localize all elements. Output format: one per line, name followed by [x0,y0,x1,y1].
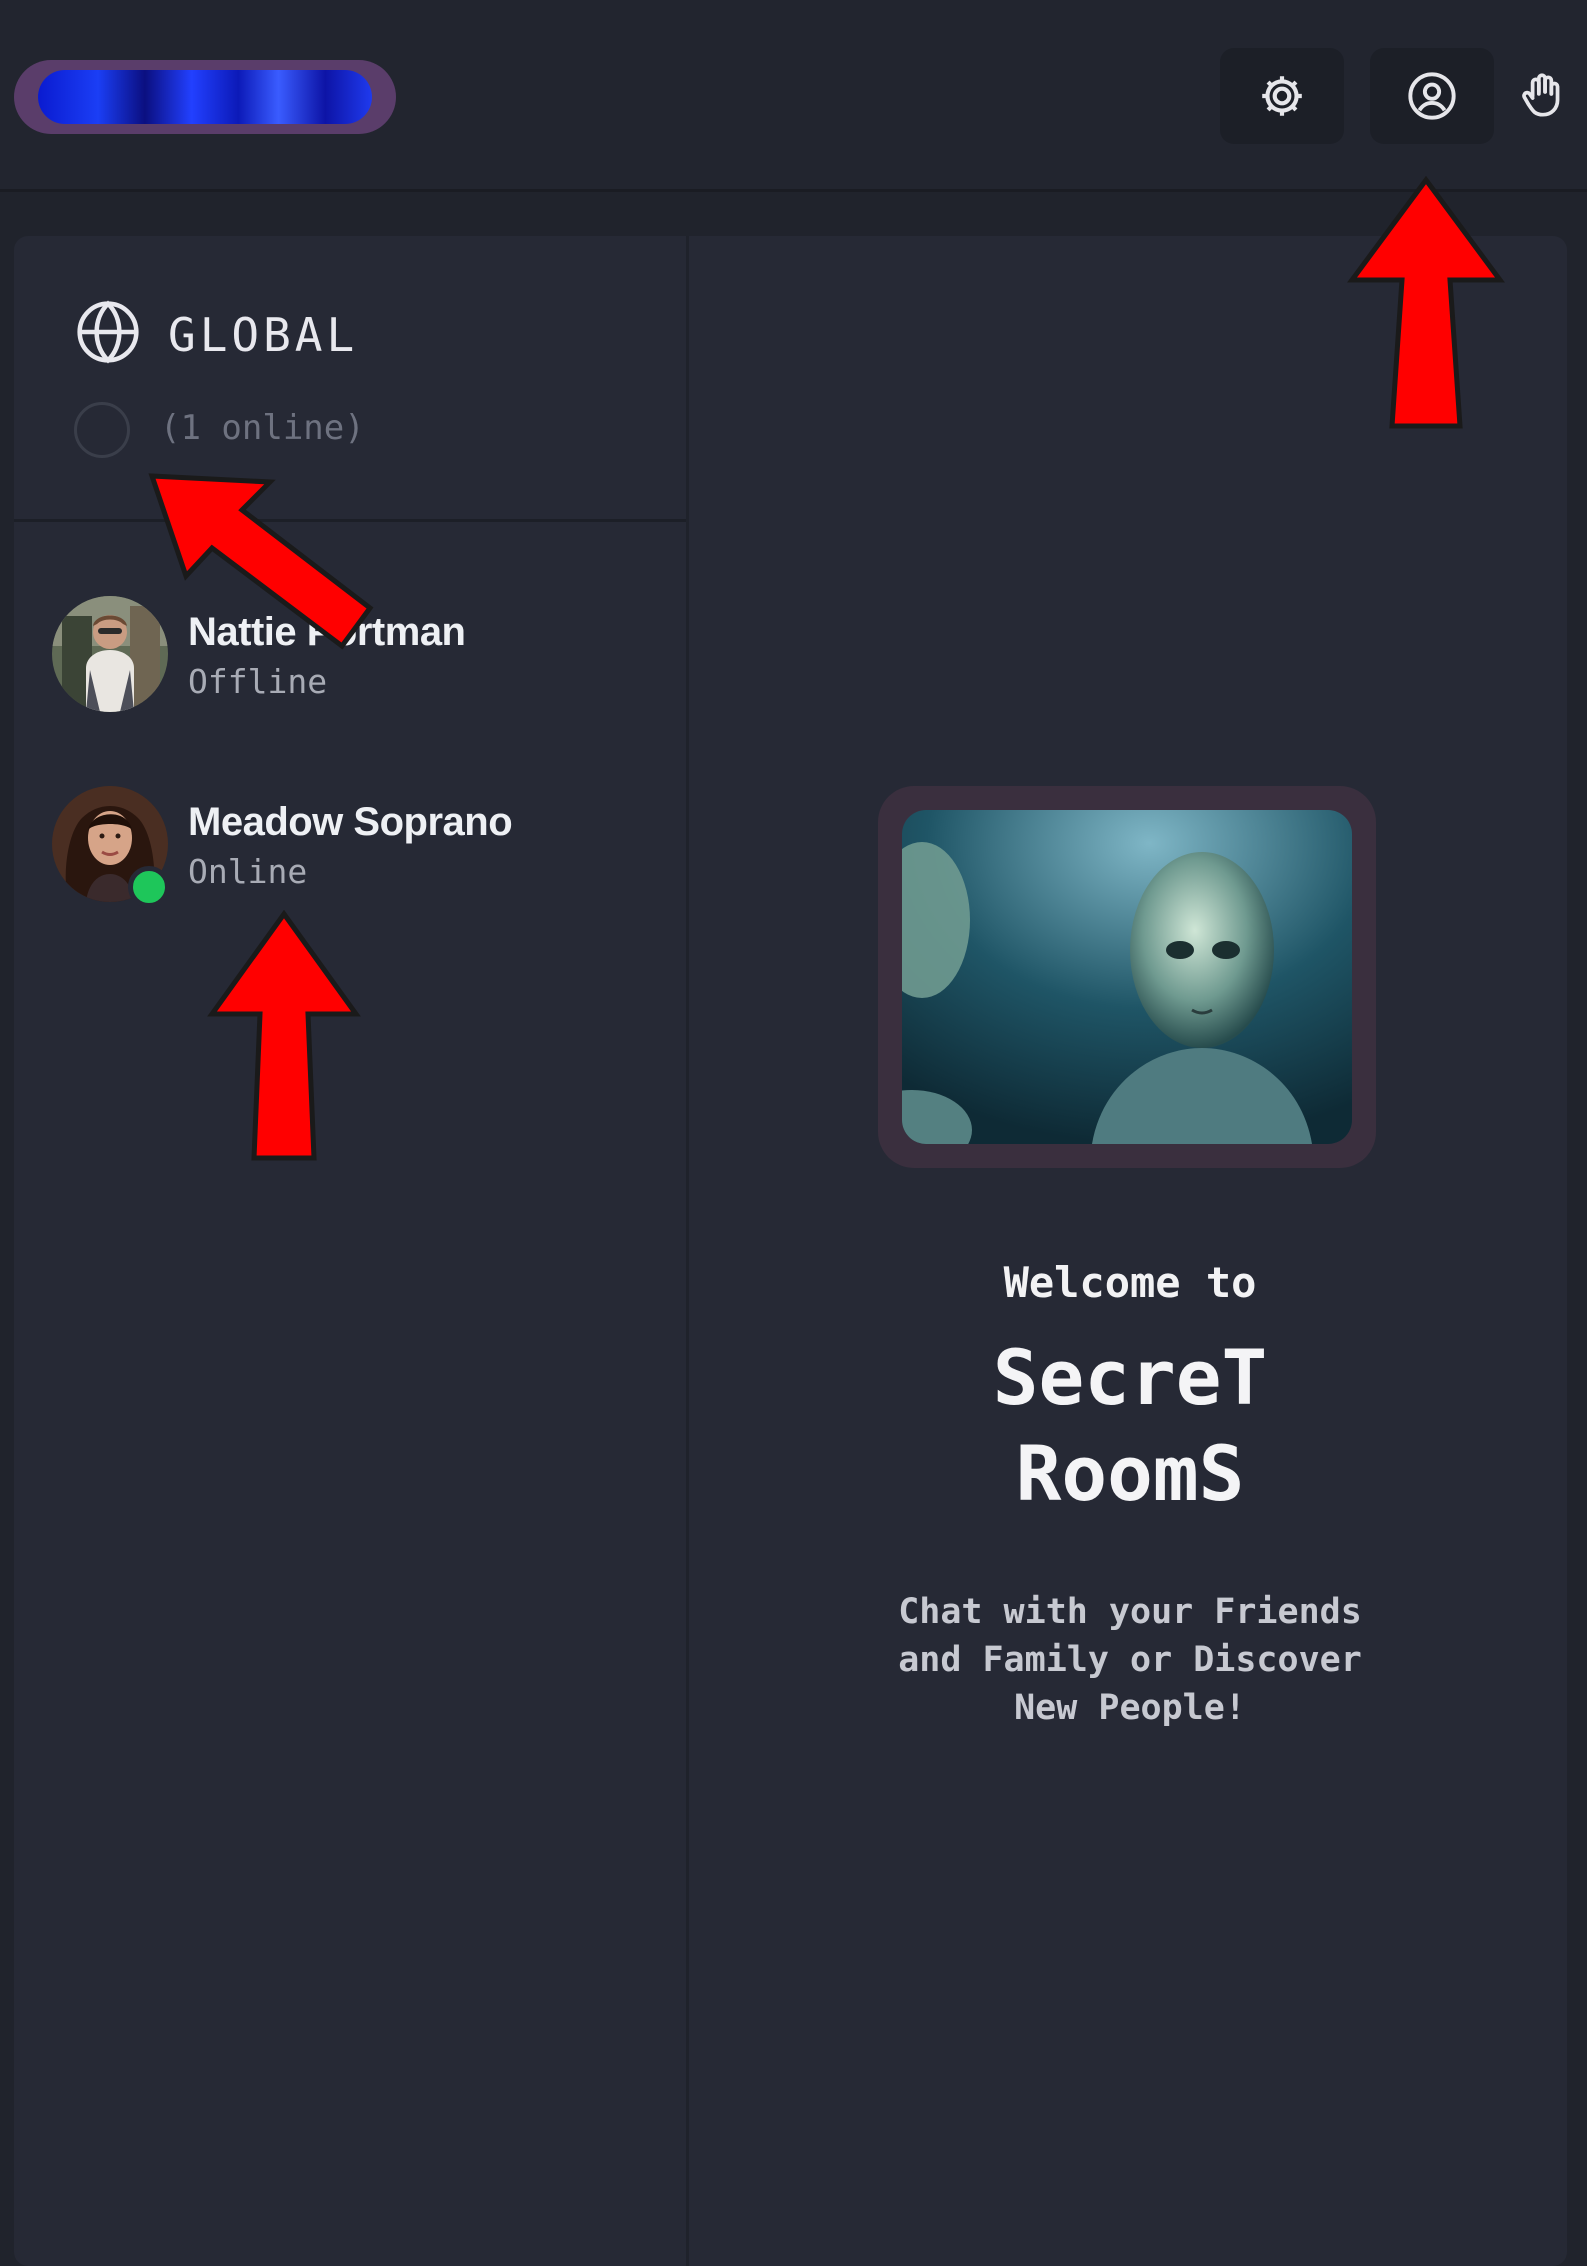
annotation-arrow-up [207,910,361,1161]
brand-line-2: RoomS [1015,1429,1245,1518]
contact-name: Meadow Soprano [188,800,513,844]
brand-line-1: SecreT [992,1333,1268,1422]
hand-button[interactable] [1508,48,1578,144]
user-circle-icon [1408,72,1456,120]
room-title[interactable]: GLOBAL [168,308,358,362]
online-count: (1 online) [160,408,365,448]
annotation-arrow-diagonal [148,473,374,650]
globe-icon [77,300,139,364]
logo-graphic [38,70,372,124]
panel-divider [686,236,689,2266]
welcome-text: Welcome to [1003,1258,1257,1307]
contact-status: Online [188,852,308,891]
brand-title: SecreT RoomS [760,1330,1500,1522]
gear-icon [1262,76,1302,116]
settings-button[interactable] [1220,48,1344,144]
app-logo[interactable] [14,60,396,134]
tagline-line-3: New People! [1014,1688,1246,1728]
welcome-image-frame [878,786,1376,1168]
hand-icon [1522,73,1560,117]
tagline: Chat with your Friends and Family or Dis… [820,1588,1440,1732]
annotation-arrow-up [1347,176,1505,429]
contact-item[interactable]: Meadow Soprano Online [52,786,672,910]
online-status-dot [128,866,170,908]
tagline-line-1: Chat with your Friends [898,1592,1362,1632]
tagline-line-2: and Family or Discover [898,1640,1362,1680]
welcome-image [902,810,1352,1144]
profile-button[interactable] [1370,48,1494,144]
online-indicator [74,402,130,458]
top-bar [0,0,1587,192]
